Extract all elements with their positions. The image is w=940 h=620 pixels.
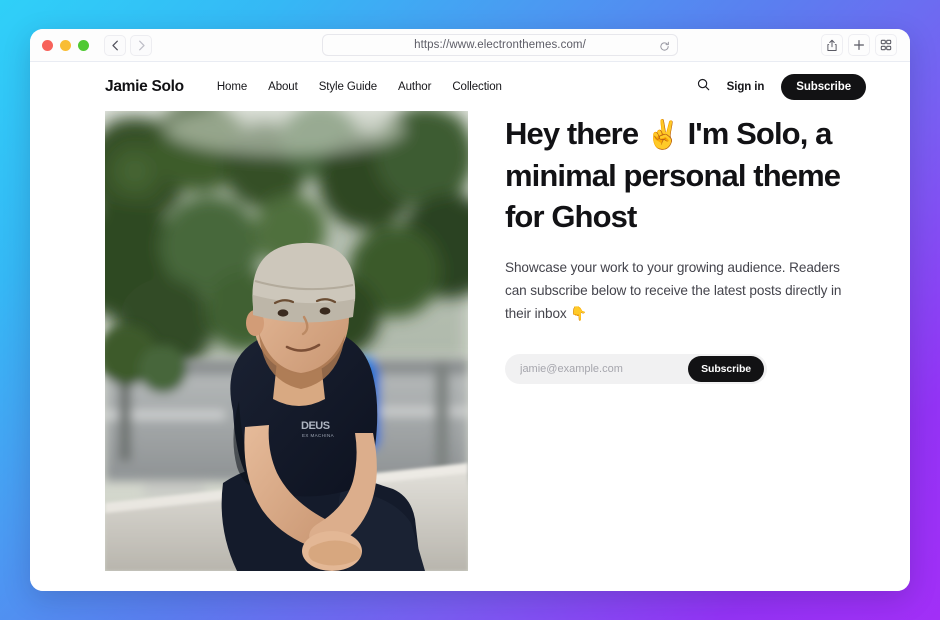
nav-item-home[interactable]: Home [217,81,247,93]
sign-in-link[interactable]: Sign in [727,81,765,93]
main-menu: Home About Style Guide Author Collection [217,81,502,93]
share-icon [827,39,837,51]
hero-section: DEUS EX MACHINA Hey there ✌️ I'm Solo, a… [30,111,910,571]
site-navigation: Jamie Solo Home About Style Guide Author… [30,62,910,111]
nav-item-style-guide[interactable]: Style Guide [319,81,377,93]
headline-part-1: Hey there [505,116,639,151]
share-button[interactable] [821,34,843,56]
page-title: Hey there ✌️ I'm Solo, a minimal persona… [505,113,870,238]
search-icon [697,78,709,90]
hero-description: Showcase your work to your growing audie… [505,259,842,322]
tab-overview-button[interactable] [875,34,897,56]
back-button[interactable] [104,34,126,56]
reload-button[interactable] [659,39,670,57]
hero-photo: DEUS EX MACHINA [105,111,468,571]
window-traffic-lights [42,39,89,51]
page-content: Jamie Solo Home About Style Guide Author… [30,62,910,591]
url-text: https://www.electronthemes.com/ [414,39,586,51]
browser-window: https://www.electronthemes.com/ Jamie So… [30,29,910,591]
chevron-left-icon [111,40,118,50]
subscribe-form: Subscribe [505,353,767,384]
peace-hand-icon: ✌️ [645,119,681,150]
hero-text: Hey there ✌️ I'm Solo, a minimal persona… [468,111,910,571]
toolbar-right-actions [821,34,897,56]
address-bar[interactable]: https://www.electronthemes.com/ [322,34,678,56]
site-logo[interactable]: Jamie Solo [105,78,184,96]
subscribe-submit-button[interactable]: Subscribe [688,355,764,382]
nav-item-collection[interactable]: Collection [452,81,502,93]
browser-toolbar: https://www.electronthemes.com/ [30,29,910,62]
nav-item-about[interactable]: About [268,81,298,93]
minimize-window-button[interactable] [60,39,71,51]
email-input[interactable] [520,362,689,375]
maximize-window-button[interactable] [78,39,89,51]
nav-subscribe-button[interactable]: Subscribe [781,73,866,100]
browser-nav-buttons [104,34,152,56]
reload-icon [660,41,669,51]
svg-text:EX MACHINA: EX MACHINA [302,433,334,438]
plus-icon [854,40,864,50]
grid-icon [880,39,892,51]
forward-button[interactable] [130,34,152,56]
close-window-button[interactable] [42,39,53,51]
svg-text:DEUS: DEUS [301,420,330,432]
nav-right-actions: Sign in Subscribe [697,73,866,100]
nav-item-author[interactable]: Author [398,81,431,93]
new-tab-button[interactable] [848,34,870,56]
search-button[interactable] [697,78,710,96]
chevron-right-icon [138,40,145,50]
portrait-illustration: DEUS EX MACHINA [105,111,468,571]
